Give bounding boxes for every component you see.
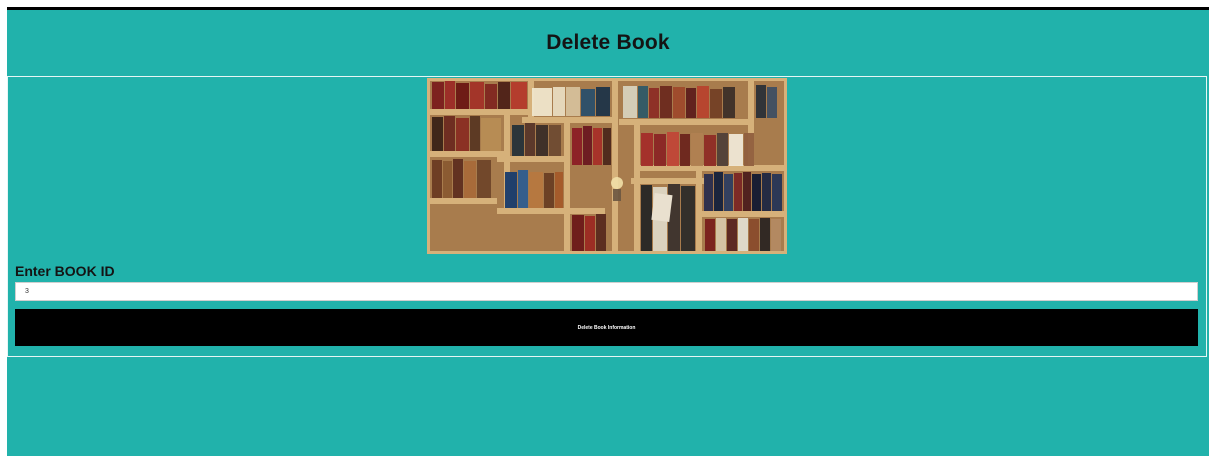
bookshelf-image (427, 78, 787, 254)
delete-book-information-button[interactable]: Delete Book Information (15, 309, 1198, 346)
browser-viewport: Delete Book Enter BOOK ID 3 Delete Book … (0, 0, 1209, 456)
page-title: Delete Book (546, 31, 670, 54)
book-id-input[interactable] (15, 282, 1198, 301)
delete-book-page: Delete Book Enter BOOK ID 3 Delete Book … (7, 10, 1209, 456)
delete-book-form: Enter BOOK ID Delete Book Information (7, 76, 1207, 357)
page-header: Delete Book (7, 10, 1209, 76)
book-id-label: Enter BOOK ID (15, 263, 115, 279)
